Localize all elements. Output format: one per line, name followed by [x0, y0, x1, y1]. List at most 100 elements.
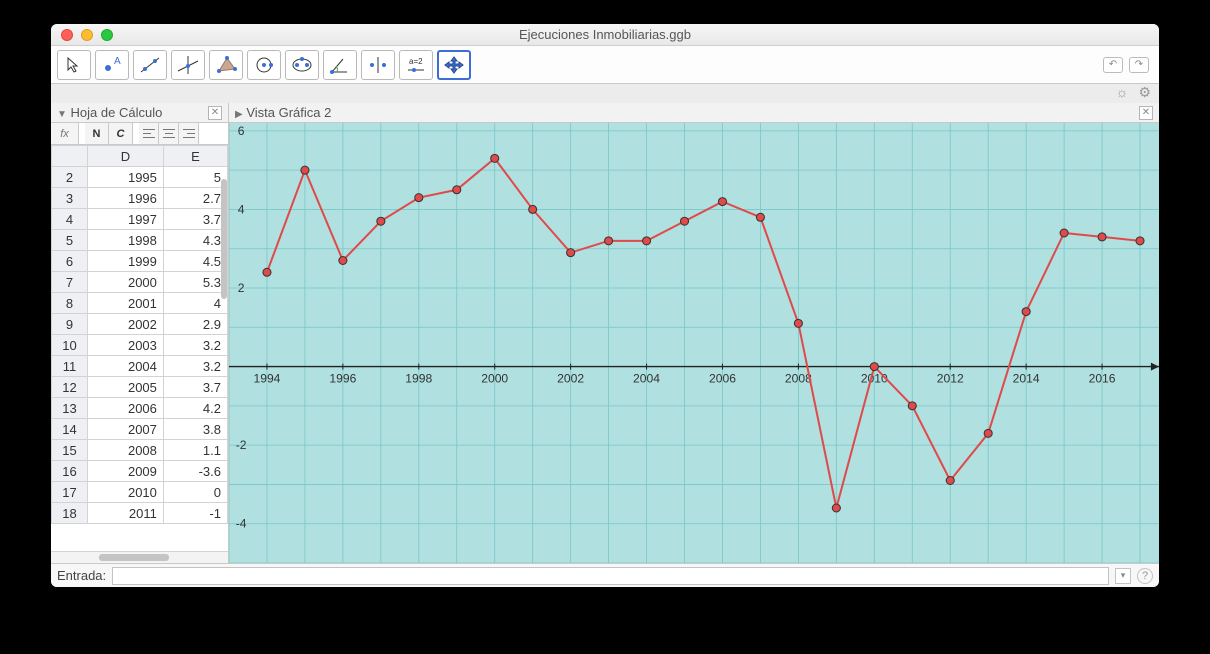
- table-row[interactable]: 1520081.1: [52, 440, 228, 461]
- table-row[interactable]: 1720100: [52, 482, 228, 503]
- corner-cell[interactable]: [52, 146, 88, 167]
- cell[interactable]: 5: [163, 167, 227, 188]
- cell[interactable]: 3.2: [163, 335, 227, 356]
- cell[interactable]: 4: [163, 293, 227, 314]
- align-center-button[interactable]: [159, 123, 179, 144]
- ellipse-tool[interactable]: [285, 50, 319, 80]
- table-row[interactable]: 820014: [52, 293, 228, 314]
- row-header[interactable]: 8: [52, 293, 88, 314]
- cell[interactable]: 5.3: [163, 272, 227, 293]
- point-tool[interactable]: A: [95, 50, 129, 80]
- cell[interactable]: 3.7: [163, 377, 227, 398]
- row-header[interactable]: 17: [52, 482, 88, 503]
- align-left-button[interactable]: [139, 123, 159, 144]
- chart-canvas[interactable]: 1994199619982000200220042006200820102012…: [229, 123, 1159, 563]
- cell[interactable]: 0: [163, 482, 227, 503]
- reflect-tool[interactable]: [361, 50, 395, 80]
- move-view-tool[interactable]: [437, 50, 471, 80]
- cell[interactable]: 2007: [88, 419, 164, 440]
- align-right-button[interactable]: [179, 123, 199, 144]
- cell[interactable]: 2011: [88, 503, 164, 524]
- table-row[interactable]: 162009-3.6: [52, 461, 228, 482]
- row-header[interactable]: 4: [52, 209, 88, 230]
- help-button[interactable]: ?: [1137, 568, 1153, 584]
- cell[interactable]: 2003: [88, 335, 164, 356]
- polygon-tool[interactable]: [209, 50, 243, 80]
- cell[interactable]: 3.8: [163, 419, 227, 440]
- row-header[interactable]: 10: [52, 335, 88, 356]
- table-row[interactable]: 619994.5: [52, 251, 228, 272]
- cell[interactable]: 3.2: [163, 356, 227, 377]
- table-row[interactable]: 1120043.2: [52, 356, 228, 377]
- cell[interactable]: 2010: [88, 482, 164, 503]
- table-row[interactable]: 419973.7: [52, 209, 228, 230]
- command-input[interactable]: [112, 567, 1109, 585]
- perpendicular-tool[interactable]: [171, 50, 205, 80]
- close-graphics-button[interactable]: ✕: [1139, 106, 1153, 120]
- slider-tool[interactable]: a=2: [399, 50, 433, 80]
- horizontal-scrollbar-thumb[interactable]: [99, 554, 169, 561]
- graphics-panel-tab[interactable]: ▶ Vista Gráfica 2 ✕: [229, 103, 1159, 122]
- cell[interactable]: 2.7: [163, 188, 227, 209]
- fx-button[interactable]: fx: [51, 123, 79, 144]
- table-row[interactable]: 219955: [52, 167, 228, 188]
- cell[interactable]: 2001: [88, 293, 164, 314]
- cell[interactable]: 1998: [88, 230, 164, 251]
- spreadsheet-grid[interactable]: D E 219955319962.7419973.7519984.3619994…: [51, 145, 228, 551]
- cell[interactable]: -3.6: [163, 461, 227, 482]
- cell[interactable]: 1995: [88, 167, 164, 188]
- graphics-view[interactable]: 1994199619982000200220042006200820102012…: [229, 123, 1159, 563]
- col-header-e[interactable]: E: [163, 146, 227, 167]
- move-tool[interactable]: [57, 50, 91, 80]
- row-header[interactable]: 11: [52, 356, 88, 377]
- cell[interactable]: 2008: [88, 440, 164, 461]
- redo-button[interactable]: ↷: [1129, 57, 1149, 73]
- cell[interactable]: 4.3: [163, 230, 227, 251]
- cell[interactable]: 1999: [88, 251, 164, 272]
- table-row[interactable]: 1420073.8: [52, 419, 228, 440]
- table-row[interactable]: 519984.3: [52, 230, 228, 251]
- cell[interactable]: 1997: [88, 209, 164, 230]
- cell[interactable]: 1.1: [163, 440, 227, 461]
- row-header[interactable]: 14: [52, 419, 88, 440]
- cell[interactable]: 2000: [88, 272, 164, 293]
- gear-icon[interactable]: ⚙: [1138, 84, 1151, 101]
- row-header[interactable]: 9: [52, 314, 88, 335]
- cell[interactable]: -1: [163, 503, 227, 524]
- bold-button[interactable]: N: [85, 123, 109, 144]
- col-header-d[interactable]: D: [88, 146, 164, 167]
- cell[interactable]: 2002: [88, 314, 164, 335]
- cell[interactable]: 2.9: [163, 314, 227, 335]
- row-header[interactable]: 15: [52, 440, 88, 461]
- row-header[interactable]: 12: [52, 377, 88, 398]
- table-row[interactable]: 1320064.2: [52, 398, 228, 419]
- table-row[interactable]: 1020033.2: [52, 335, 228, 356]
- italic-button[interactable]: C: [109, 123, 133, 144]
- line-tool[interactable]: [133, 50, 167, 80]
- table-row[interactable]: 1220053.7: [52, 377, 228, 398]
- row-header[interactable]: 3: [52, 188, 88, 209]
- row-header[interactable]: 18: [52, 503, 88, 524]
- cell[interactable]: 2004: [88, 356, 164, 377]
- close-panel-button[interactable]: ✕: [208, 106, 222, 120]
- cell[interactable]: 3.7: [163, 209, 227, 230]
- table-row[interactable]: 182011-1: [52, 503, 228, 524]
- cell[interactable]: 1996: [88, 188, 164, 209]
- cell[interactable]: 2006: [88, 398, 164, 419]
- cell[interactable]: 4.2: [163, 398, 227, 419]
- undo-button[interactable]: ↶: [1103, 57, 1123, 73]
- spreadsheet-panel-tab[interactable]: ▼ Hoja de Cálculo ✕: [51, 103, 229, 122]
- table-row[interactable]: 720005.3: [52, 272, 228, 293]
- cell[interactable]: 4.5: [163, 251, 227, 272]
- cell[interactable]: 2005: [88, 377, 164, 398]
- cell[interactable]: 2009: [88, 461, 164, 482]
- angle-tool[interactable]: [323, 50, 357, 80]
- settings-icon[interactable]: ☼: [1116, 84, 1129, 101]
- row-header[interactable]: 6: [52, 251, 88, 272]
- row-header[interactable]: 7: [52, 272, 88, 293]
- horizontal-scrollbar[interactable]: [51, 551, 228, 563]
- table-row[interactable]: 920022.9: [52, 314, 228, 335]
- row-header[interactable]: 16: [52, 461, 88, 482]
- row-header[interactable]: 2: [52, 167, 88, 188]
- input-dropdown-button[interactable]: ▾: [1115, 568, 1131, 584]
